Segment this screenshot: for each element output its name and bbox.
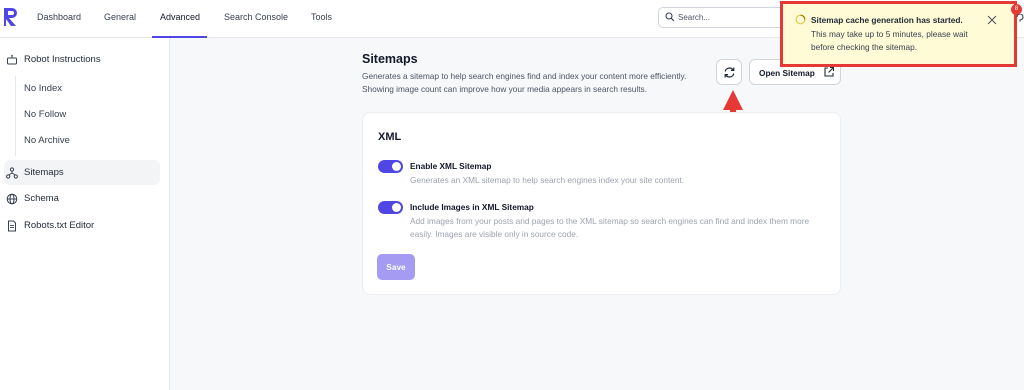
- page-title: Sitemaps: [362, 52, 418, 66]
- card-title: XML: [378, 131, 402, 143]
- sidebar-sub-divider: [15, 76, 16, 156]
- tab-search-console[interactable]: Search Console: [224, 0, 288, 38]
- close-icon[interactable]: [986, 14, 998, 26]
- search-icon: [665, 12, 675, 22]
- sidebar-item-no-index[interactable]: No Index: [24, 83, 62, 94]
- enable-xml-sitemap-toggle[interactable]: [378, 160, 403, 173]
- include-images-desc: Add images from your posts and pages to …: [410, 216, 810, 239]
- globe-icon: [6, 193, 18, 205]
- sidebar-label-sitemaps: Sitemaps: [24, 167, 64, 178]
- rankmath-logo-icon[interactable]: [3, 7, 19, 27]
- tab-advanced[interactable]: Advanced: [152, 0, 207, 38]
- sitemap-icon: [6, 167, 18, 179]
- external-link-icon: [824, 66, 835, 77]
- search-box[interactable]: [658, 7, 786, 28]
- robot-icon: [7, 54, 17, 65]
- tab-dashboard[interactable]: Dashboard: [37, 0, 81, 38]
- toast-notification: Sitemap cache generation has started. Th…: [780, 1, 1017, 67]
- refresh-icon: [724, 67, 735, 78]
- toast-title: Sitemap cache generation has started.: [811, 15, 963, 25]
- refresh-sitemap-button[interactable]: [716, 59, 742, 85]
- toast-body: This may take up to 5 minutes, please wa…: [811, 29, 968, 52]
- include-images-label: Include Images in XML Sitemap: [410, 202, 534, 212]
- toggle-knob: [392, 203, 401, 212]
- toggle-knob: [392, 162, 401, 171]
- sidebar: Robot Instructions No Index No Follow No…: [0, 38, 170, 390]
- sidebar-label-robots-editor: Robots.txt Editor: [24, 220, 95, 231]
- page-description: Generates a sitemap to help search engin…: [362, 71, 687, 94]
- help-icon[interactable]: [1016, 14, 1024, 24]
- sidebar-item-no-follow[interactable]: No Follow: [24, 109, 66, 120]
- document-icon: [8, 220, 16, 232]
- loading-spinner-icon: [795, 14, 806, 25]
- search-input[interactable]: [678, 10, 778, 25]
- tab-general[interactable]: General: [104, 0, 136, 38]
- xml-settings-card: XML Enable XML Sitemap Generates an XML …: [362, 112, 841, 295]
- save-button[interactable]: Save: [377, 254, 415, 280]
- tab-tools[interactable]: Tools: [311, 0, 332, 38]
- sidebar-label-schema: Schema: [24, 193, 59, 204]
- enable-xml-sitemap-label: Enable XML Sitemap: [410, 161, 492, 171]
- sidebar-label-robot-instructions: Robot Instructions: [24, 54, 101, 65]
- include-images-toggle[interactable]: [378, 201, 403, 214]
- sidebar-item-no-archive[interactable]: No Archive: [24, 135, 70, 146]
- enable-xml-sitemap-desc: Generates an XML sitemap to help search …: [410, 175, 685, 185]
- open-sitemap-label: Open Sitemap: [759, 68, 815, 78]
